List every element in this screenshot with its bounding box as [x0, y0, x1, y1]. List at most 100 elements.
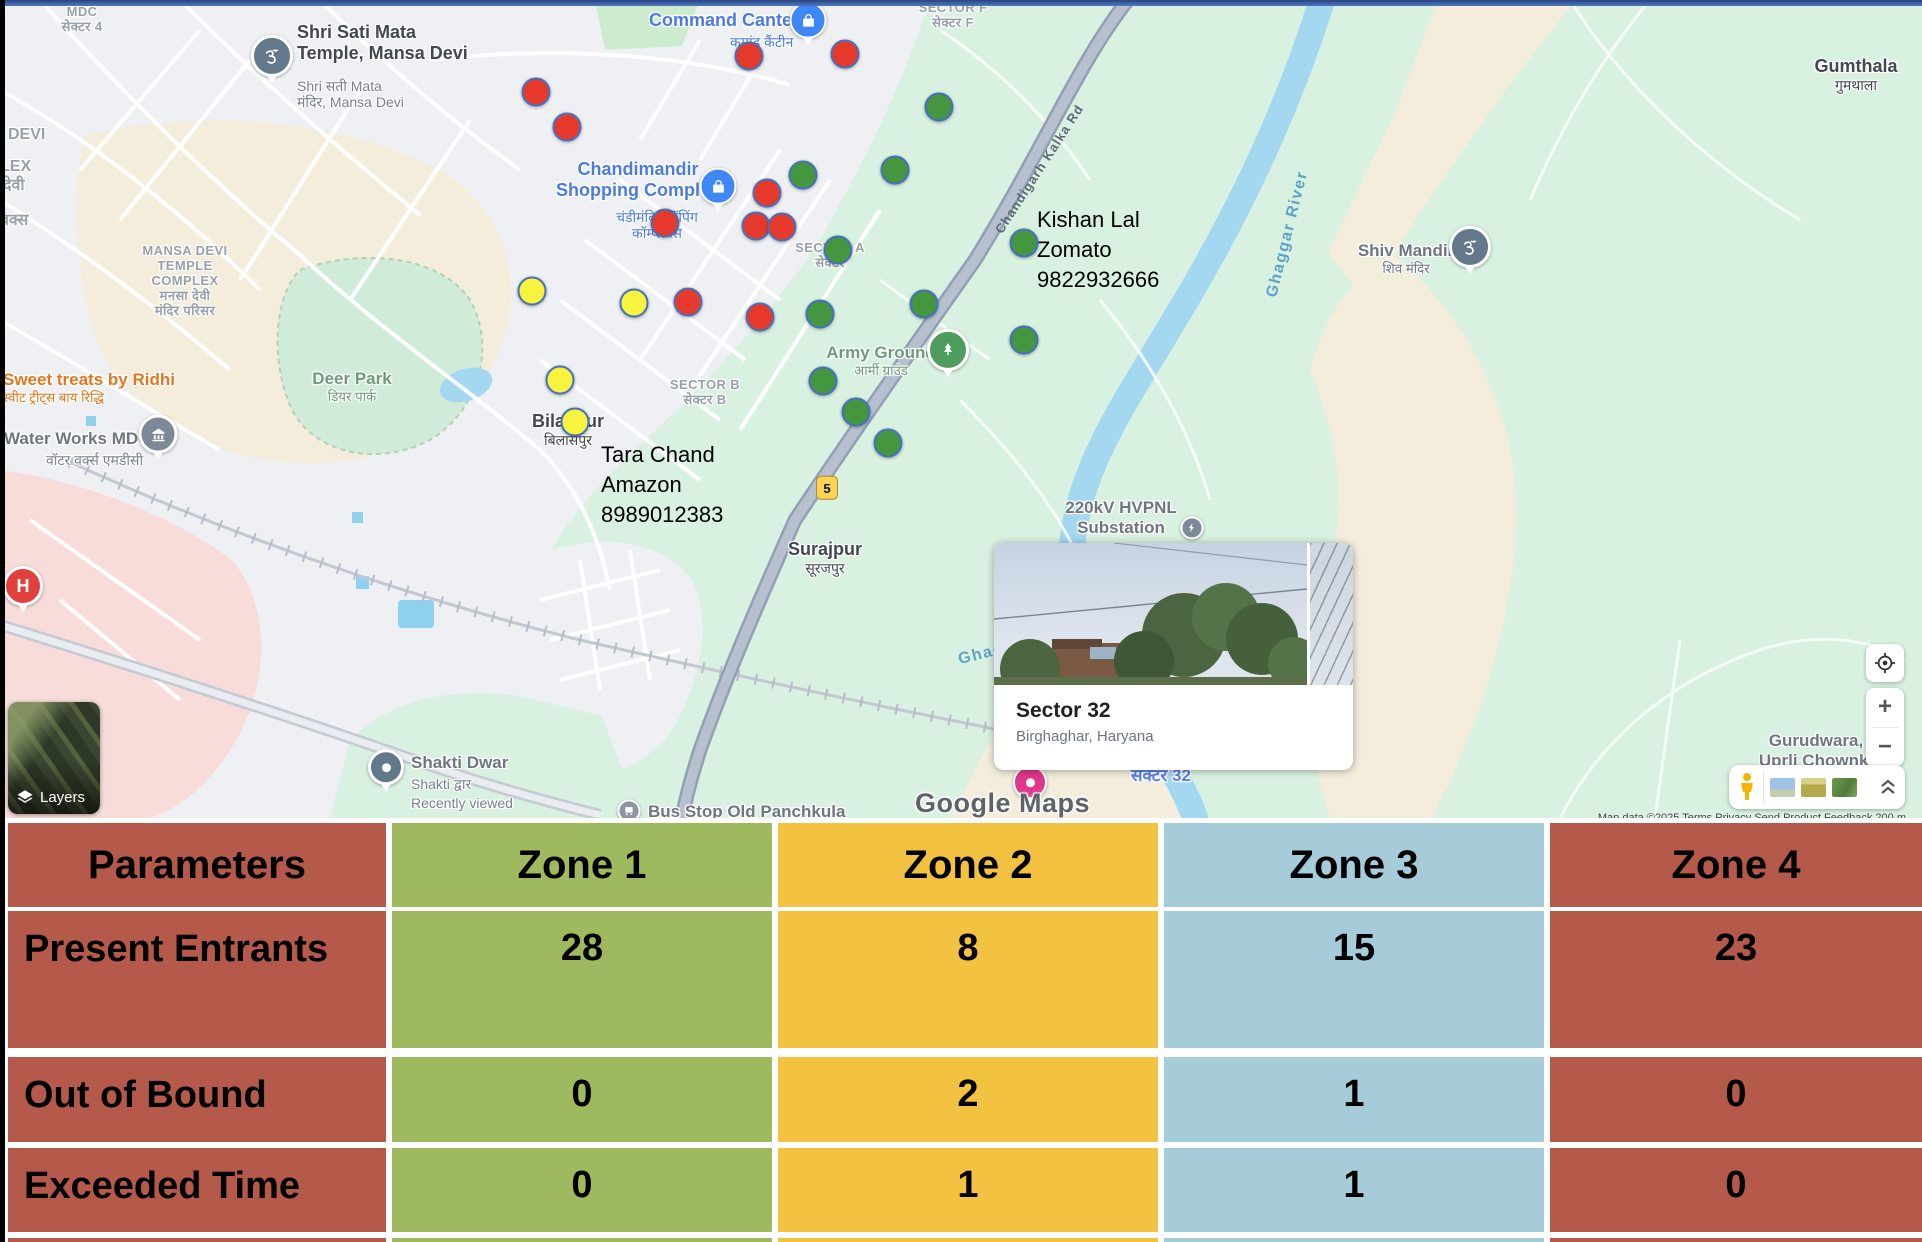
- map-label: Water Works MDC: [4, 429, 150, 449]
- bus-pin[interactable]: [618, 799, 641, 818]
- map-label: Shakti Dwar: [411, 753, 508, 773]
- map-label: Deer Parkडियर पार्क: [312, 369, 391, 404]
- entrant-marker-yellow[interactable]: [518, 277, 547, 306]
- entrant-marker-green[interactable]: [874, 429, 903, 458]
- streetview-photos-bar: [1729, 765, 1905, 809]
- tree-pin[interactable]: [927, 329, 969, 371]
- place-photo-card[interactable]: Sector 32 Birghaghar, Haryana: [994, 543, 1353, 770]
- table-partial-cell: [1164, 1238, 1544, 1242]
- entrant-marker-green[interactable]: [910, 290, 939, 319]
- entrant-marker-red[interactable]: [746, 303, 775, 332]
- hospital-pin[interactable]: H: [3, 566, 43, 606]
- bag-pin[interactable]: [790, 2, 827, 39]
- table-value: 0: [1550, 1057, 1922, 1142]
- map-attribution: Map data ©2025 Terms Privacy Send Produc…: [1598, 812, 1906, 818]
- bag-icon: [700, 168, 737, 205]
- zoom-in-button[interactable]: +: [1866, 688, 1904, 727]
- saved-pin[interactable]: [368, 749, 404, 785]
- layers-icon: [16, 788, 34, 806]
- table-value: 1: [1164, 1057, 1544, 1142]
- map-label: DEVI: [8, 126, 45, 144]
- entrant-marker-yellow[interactable]: [561, 408, 590, 437]
- layers-label: Layers: [40, 789, 85, 806]
- photo-thumb-3[interactable]: [1832, 778, 1857, 797]
- zoom-out-button[interactable]: −: [1866, 728, 1904, 767]
- place-photos[interactable]: [994, 543, 1353, 685]
- map-label: MANSA DEVITEMPLECOMPLEXमनसा देवीमंदिर पर…: [142, 244, 227, 319]
- shield5-pin[interactable]: 5: [816, 476, 838, 500]
- layers-button[interactable]: Layers: [8, 702, 100, 814]
- entrant-marker-green[interactable]: [1010, 326, 1039, 355]
- table-partial-cell: [1550, 1238, 1922, 1242]
- map-label: Shiv Mandirशिव मंदिर: [1358, 241, 1454, 276]
- entrant-marker-yellow[interactable]: [546, 366, 575, 395]
- map-label: देवी: [3, 177, 25, 195]
- entrant-marker-green[interactable]: [789, 161, 818, 190]
- table-row: Exceeded Time0110: [8, 1148, 1922, 1232]
- entrant-marker-green[interactable]: [824, 236, 853, 265]
- entrant-marker-green[interactable]: [809, 367, 838, 396]
- entrant-marker-red[interactable]: [753, 179, 782, 208]
- om-icon: [251, 35, 293, 77]
- map-canvas[interactable]: MDCसेक्टर 4SECTOR Fसेक्टर FSECTOR Aसेक्ट…: [0, 0, 1922, 818]
- map-label: Gumthalaगुमथाला: [1814, 56, 1897, 93]
- map-label: Command Canteen: [649, 10, 813, 31]
- map-label: वॉटर वर्क्स एमडीसी: [46, 452, 143, 468]
- map-label: SECTOR Bसेक्टर B: [670, 378, 740, 408]
- table-value: 1: [1164, 1148, 1544, 1232]
- entrant-marker-yellow[interactable]: [620, 289, 649, 318]
- table-value: 15: [1164, 911, 1544, 1048]
- entrant-marker-red[interactable]: [831, 40, 860, 69]
- row-label: Exceeded Time: [8, 1148, 386, 1232]
- table-row: Out of Bound0210: [8, 1057, 1922, 1142]
- hospital-icon: H: [3, 566, 43, 606]
- table-value: 23: [1550, 911, 1922, 1048]
- table-partial-cell: [8, 1238, 386, 1242]
- map-label: Sweet treats by Ridhiस्वीट ट्रीट्स बाय र…: [3, 370, 175, 405]
- entrant-marker-red[interactable]: [553, 113, 582, 142]
- om-icon: [1449, 226, 1491, 268]
- entrant-marker-red[interactable]: [674, 288, 703, 317]
- photobar-divider: [1763, 771, 1764, 803]
- bag-pin[interactable]: [700, 168, 737, 205]
- table-value: 2: [778, 1057, 1158, 1142]
- entrant-marker-red[interactable]: [768, 213, 797, 242]
- entrant-marker-green[interactable]: [842, 398, 871, 427]
- bank-pin[interactable]: [139, 415, 178, 454]
- entrant-marker-red[interactable]: [522, 78, 551, 107]
- pegman-icon[interactable]: [1737, 772, 1757, 802]
- substation-pin[interactable]: [1181, 516, 1204, 539]
- table-value: 28: [392, 911, 772, 1048]
- table-value: 8: [778, 911, 1158, 1048]
- locate-icon: [1874, 652, 1896, 674]
- annotation-line: 9822932666: [1037, 265, 1159, 295]
- om-pin[interactable]: [1449, 226, 1491, 268]
- map-label: MDCसेक्टर 4: [62, 5, 103, 35]
- photo-thumb-1[interactable]: [1770, 778, 1795, 797]
- photo-thumb-2[interactable]: [1801, 778, 1826, 797]
- table-value: 0: [392, 1148, 772, 1232]
- col-header-zone-1: Zone 1: [392, 823, 772, 907]
- entrant-marker-red[interactable]: [651, 209, 680, 238]
- table-partial-cell: [778, 1238, 1158, 1242]
- entrant-marker-red[interactable]: [742, 212, 771, 241]
- highway-shield: 5: [816, 476, 838, 500]
- entrant-marker-green[interactable]: [925, 93, 954, 122]
- my-location-button[interactable]: [1866, 644, 1904, 682]
- place-photo-secondary[interactable]: [1310, 543, 1353, 685]
- place-photo-main[interactable]: [994, 543, 1307, 685]
- om-pin[interactable]: [251, 35, 293, 77]
- entrant-marker-green[interactable]: [881, 156, 910, 185]
- entrant-marker-green[interactable]: [806, 300, 835, 329]
- place-title: Sector 32: [1016, 699, 1353, 723]
- annotation-line: Tara Chand: [601, 440, 723, 470]
- photo-trees: [994, 543, 1307, 685]
- layers-label-row: Layers: [8, 760, 100, 814]
- map-label: ChandimandirShopping Complex: [556, 159, 720, 200]
- entrant-marker-green[interactable]: [1010, 229, 1039, 258]
- entrant-marker-red[interactable]: [735, 42, 764, 71]
- map-background: [0, 0, 1922, 818]
- map-label: Shri सती Mataमंदिर, Mansa Devi: [297, 78, 404, 110]
- saved-icon: [368, 749, 404, 785]
- collapse-chevrons-icon[interactable]: [1879, 777, 1897, 797]
